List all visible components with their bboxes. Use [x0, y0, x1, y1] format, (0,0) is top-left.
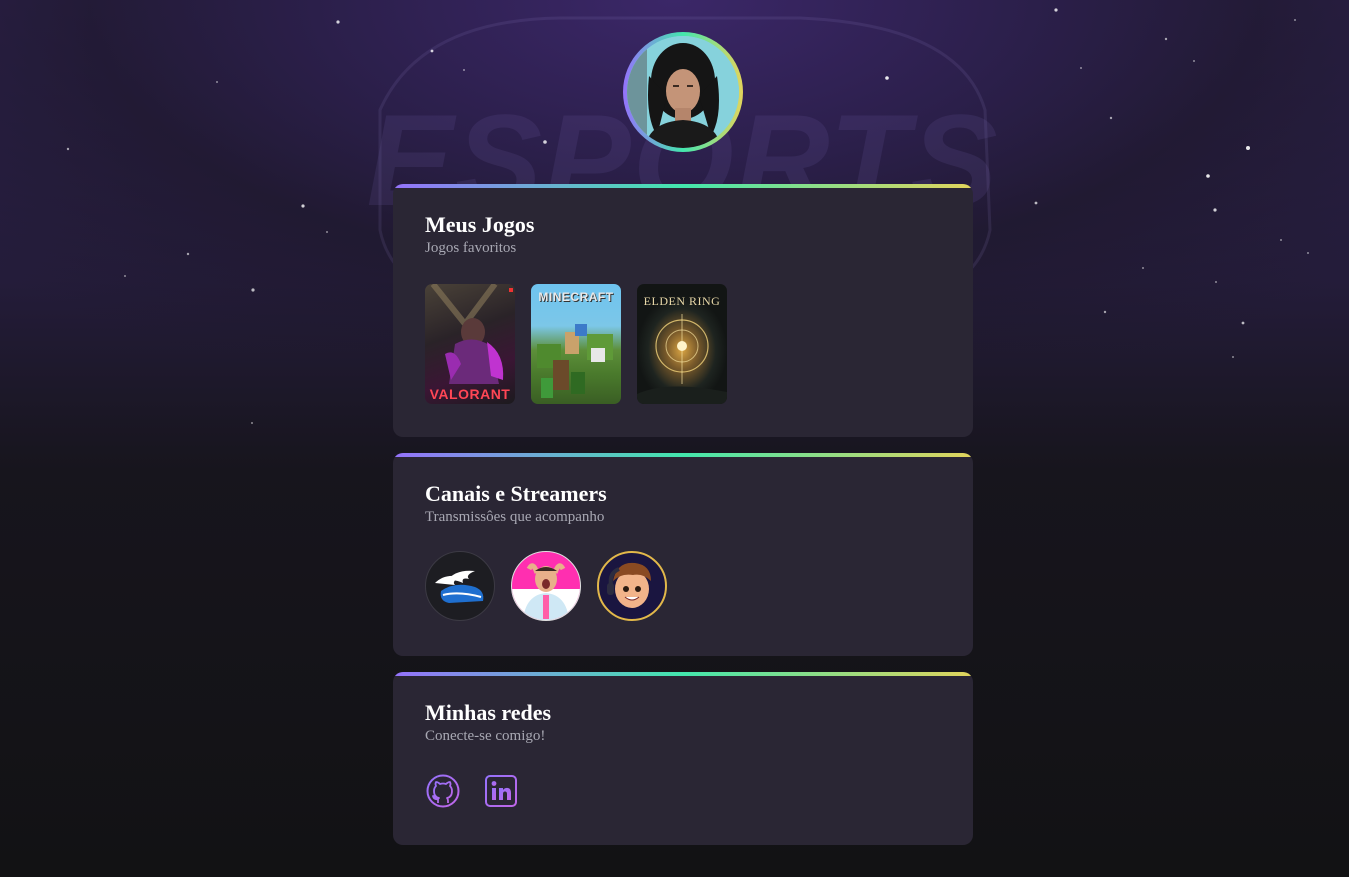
- game-cover-minecraft[interactable]: MINECRAFT: [531, 284, 621, 404]
- game-cover-valorant[interactable]: VALORANT: [425, 284, 515, 404]
- streamers-list: [425, 551, 941, 621]
- streamers-card: Canais e Streamers Transmissôes que acom…: [393, 453, 973, 656]
- game-title-elden-ring: ELDEN RING: [643, 294, 721, 308]
- games-card-subtitle: Jogos favoritos: [425, 240, 517, 256]
- github-icon[interactable]: [425, 773, 461, 809]
- profile-avatar: [623, 32, 743, 152]
- streamers-card-subtitle: Transmissôes que acompanho: [425, 509, 605, 525]
- socials-card: Minhas redes Conecte-se comigo!: [393, 672, 973, 845]
- game-title-valorant: VALORANT: [429, 386, 511, 402]
- winged-shoe-avatar[interactable]: [425, 551, 495, 621]
- socials-list: [425, 773, 941, 809]
- surprised-man-avatar[interactable]: [511, 551, 581, 621]
- cartoon-gamer-avatar[interactable]: [597, 551, 667, 621]
- profile-photo: [627, 36, 739, 148]
- games-card: Meus Jogos Jogos favoritos VALORANT MINE…: [393, 184, 973, 437]
- socials-card-title: Minhas redes: [425, 700, 552, 725]
- streamers-card-title: Canais e Streamers: [425, 481, 607, 506]
- game-cover-elden-ring[interactable]: ELDEN RING: [637, 284, 727, 404]
- linkedin-icon[interactable]: [483, 773, 519, 809]
- socials-card-subtitle: Conecte-se comigo!: [425, 728, 546, 744]
- games-list: VALORANT MINECRAFT ELDEN RING: [425, 284, 941, 404]
- game-title-minecraft: MINECRAFT: [538, 290, 614, 304]
- games-card-title: Meus Jogos: [425, 212, 535, 237]
